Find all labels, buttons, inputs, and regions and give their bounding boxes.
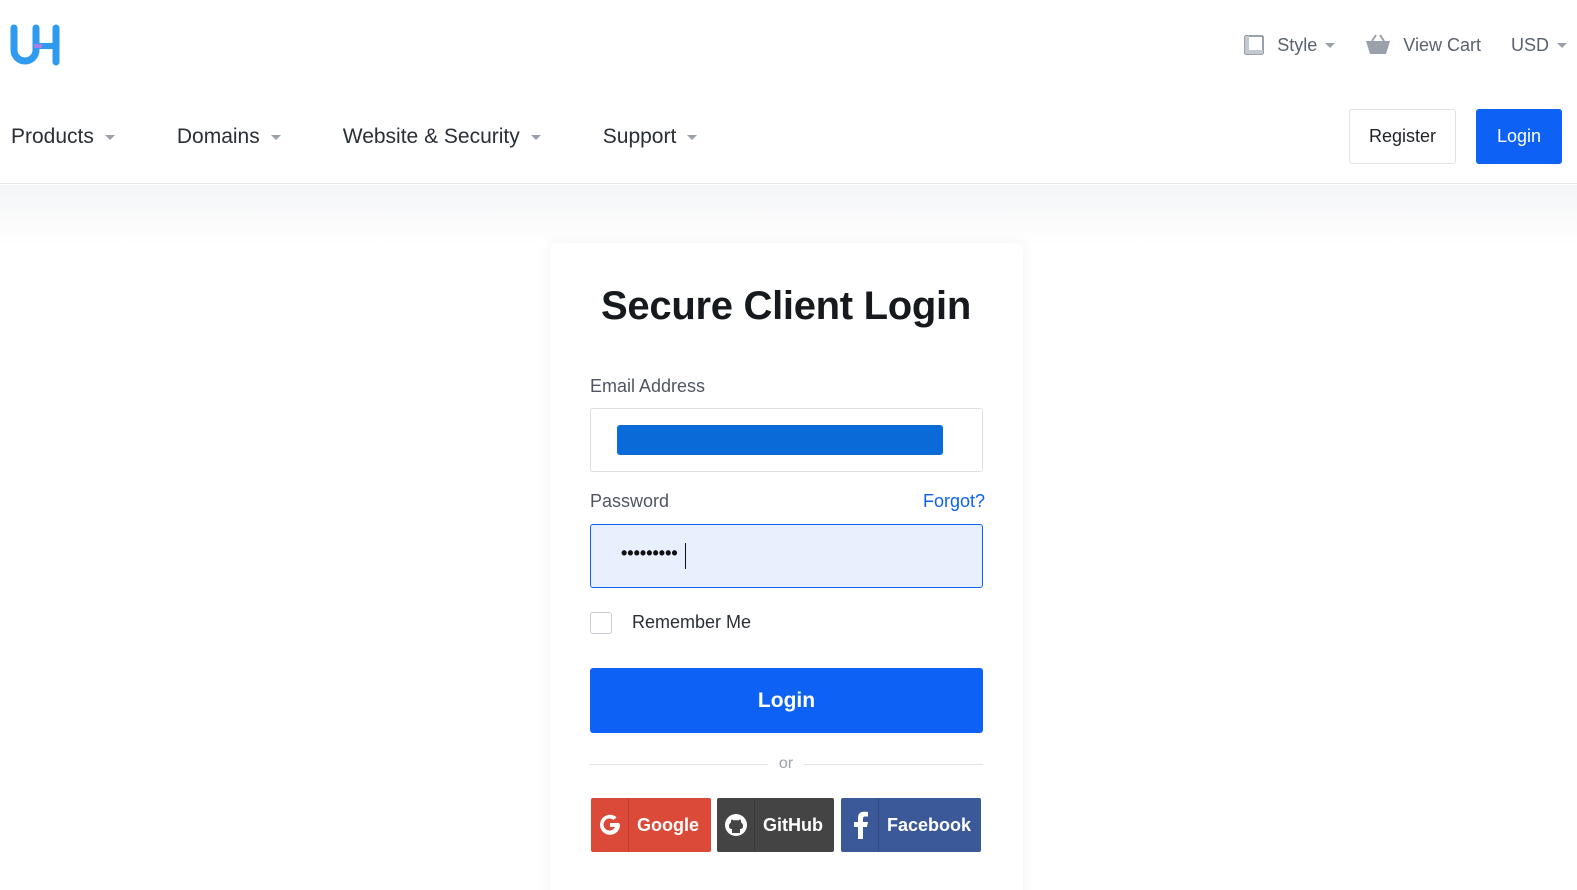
facebook-login-button[interactable]: Facebook [841, 798, 981, 852]
password-label: Password [590, 491, 670, 511]
register-button[interactable]: Register [1349, 109, 1456, 164]
or-separator: or [778, 755, 794, 772]
chevron-down-icon [687, 134, 698, 140]
remember-me-checkbox[interactable] [590, 612, 612, 634]
divider-right [804, 764, 983, 765]
password-value: ••••••••• [621, 543, 678, 563]
forgot-password-link[interactable]: Forgot? [923, 491, 985, 512]
nav-item-support[interactable]: Support [603, 125, 698, 149]
facebook-icon [841, 798, 879, 852]
chevron-down-icon [1325, 42, 1336, 48]
style-selector[interactable]: Style [1243, 34, 1336, 56]
github-login-button[interactable]: GitHub [717, 798, 834, 852]
brand-logo[interactable] [10, 24, 64, 66]
style-frame-icon [1244, 35, 1265, 55]
remember-me-label[interactable]: Remember Me [632, 612, 751, 633]
nav-item-label: Products [11, 125, 94, 148]
password-field[interactable]: ••••••••• [590, 524, 983, 588]
nav-item-products[interactable]: Products [11, 125, 115, 149]
nav-item-label: Domains [176, 125, 260, 148]
facebook-label: Facebook [887, 814, 972, 835]
currency-label: USD [1510, 34, 1549, 55]
nav-item-label: Support [602, 125, 677, 148]
login-title: Secure Client Login [601, 284, 971, 328]
chevron-down-icon [530, 134, 541, 140]
auth-buttons: Register Login [1349, 109, 1562, 164]
top-bar: Style View Cart USD [0, 0, 1577, 90]
top-utilities: Style View Cart USD [1243, 30, 1567, 60]
currency-selector[interactable]: USD [1511, 35, 1567, 56]
redacted-email [617, 425, 943, 455]
nav-item-label: Website & Security [342, 125, 520, 148]
divider-left [590, 764, 768, 765]
google-icon [591, 798, 629, 852]
github-icon [717, 798, 755, 852]
main-nav: Products Domains Website & Security Supp… [0, 90, 1577, 184]
chevron-down-icon [1557, 42, 1567, 48]
github-label: GitHub [763, 814, 823, 835]
basket-icon [1366, 34, 1391, 54]
chevron-down-icon [104, 134, 115, 140]
email-field[interactable] [590, 408, 983, 472]
uh-logo-icon [10, 24, 60, 66]
login-submit-button[interactable]: Login [590, 668, 983, 733]
text-cursor [685, 543, 686, 569]
google-login-button[interactable]: Google [591, 798, 711, 852]
email-label: Email Address [590, 376, 706, 396]
nav-item-domains[interactable]: Domains [177, 125, 281, 149]
nav-item-website-security[interactable]: Website & Security [343, 125, 541, 149]
header-login-button[interactable]: Login [1476, 109, 1562, 164]
chevron-down-icon [270, 134, 281, 140]
google-label: Google [637, 814, 699, 835]
style-label: Style [1277, 34, 1318, 55]
view-cart-link[interactable]: View Cart [1365, 34, 1481, 56]
view-cart-label: View Cart [1403, 34, 1481, 55]
nav-menu: Products Domains Website & Security Supp… [11, 90, 759, 184]
